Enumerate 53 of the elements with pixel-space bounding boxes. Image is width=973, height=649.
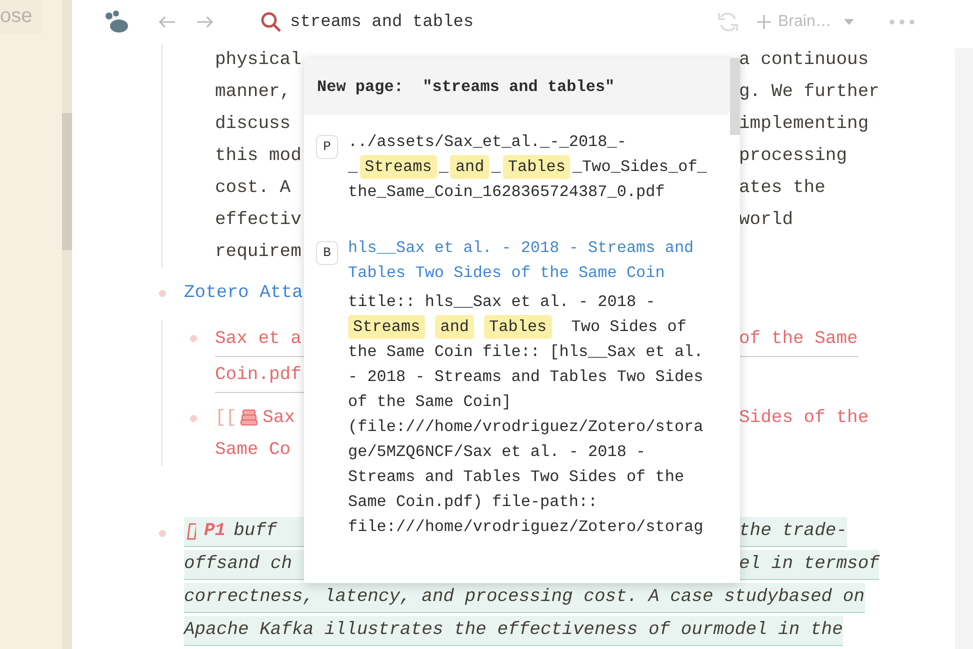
- paragraph-text: manner,: [215, 81, 292, 104]
- link-bracket: [[: [215, 407, 237, 430]
- highlight-text: buff: [234, 520, 277, 543]
- caret-icon[interactable]: [843, 18, 856, 26]
- bullet-dot[interactable]: [159, 530, 166, 537]
- highlight-text: the trade-: [739, 520, 848, 543]
- file-link[interactable]: Sax et a: [215, 322, 302, 356]
- paragraph-text: g. We further: [739, 81, 880, 104]
- scrollbar-thumb[interactable]: [62, 113, 72, 250]
- result-type-badge: B: [316, 241, 338, 265]
- attachment-link[interactable]: Zotero Atta: [184, 283, 303, 303]
- result-text: ../assets/Sax_et_al._-_2018_-_ Streams _ and _ Tables _Two_Sides_of_the_Same_Coin_1628365724387_0.pdf: [348, 132, 708, 203]
- highlight-text: el in termsof: [739, 553, 880, 576]
- paragraph-text: implementing: [739, 113, 870, 136]
- paragraph-text: discuss: [215, 113, 292, 136]
- bullet-dot[interactable]: [190, 415, 197, 422]
- page-tag[interactable]: P1: [204, 517, 226, 546]
- paragraph-text: processing: [739, 145, 848, 168]
- graph-button[interactable]: Brain…: [756, 13, 832, 31]
- logo-icon[interactable]: [105, 10, 131, 34]
- paragraph-text: cost. A: [215, 177, 292, 200]
- bullet-dot[interactable]: [190, 335, 197, 342]
- result-title: hls__Sax et al. - 2018 - Streams and Tables Two Sides of the Same Coin: [348, 238, 695, 284]
- paragraph-text: requirem: [215, 241, 302, 264]
- paragraph-text: effectiv: [215, 209, 302, 232]
- search-field[interactable]: streams and tables: [290, 12, 670, 32]
- paragraph-text: this mod: [215, 145, 302, 168]
- file-link[interactable]: Coin.pdf: [215, 358, 302, 392]
- result-type-badge: P: [316, 135, 338, 159]
- marker-icon: [187, 523, 196, 540]
- plus-icon: [756, 14, 772, 30]
- result-text: title:: hls__Sax et al. - 2018 - Streams and Tables Two Sides of the Same Coin file:: [hls__Sax et al. - 2018 - Streams and Tables Two Sides of the Same Coin](file:///home/vrodriguez/Zotero/storage/5MZQ6NCF/Sax et al. - 2018 - Streams and Tables Two Sides of the Same Coin.pdf) file-path:: file:///home/vrodriguez/Zotero/storag: [348, 292, 704, 538]
- scrollbar-thumb[interactable]: [730, 58, 740, 135]
- bullet-dot[interactable]: [159, 290, 166, 296]
- highlight-text: correctness, latency, and processing cost. A case studybased on: [184, 587, 865, 607]
- file-link[interactable]: Same Co: [215, 434, 291, 466]
- page-link[interactable]: Sax: [262, 402, 296, 434]
- paragraph-text: world: [739, 209, 794, 232]
- search-icon: [260, 11, 282, 33]
- paragraph-text: physical: [215, 49, 302, 72]
- back-arrow-icon[interactable]: [158, 16, 176, 28]
- refresh-icon[interactable]: [716, 11, 740, 33]
- forward-arrow-icon[interactable]: [196, 16, 214, 28]
- more-icon[interactable]: [889, 19, 916, 25]
- highlight-text: Apache Kafka illustrates the effectiveness of ourmodel in the: [184, 620, 843, 640]
- file-link[interactable]: Sides of the: [739, 402, 869, 434]
- search-result[interactable]: P ../assets/Sax_et_al._-_2018_-_ Streams _ and _ Tables _Two_Sides_of_the_Same_Coin_1628365724387_0.pdf: [304, 115, 730, 205]
- sidebar-item[interactable]: ose: [0, 0, 42, 34]
- paragraph-text: a continuous: [739, 49, 870, 72]
- books-icon: [238, 408, 259, 428]
- new-page-option[interactable]: New page: "streams and tables": [304, 58, 730, 115]
- highlight-text: offsand ch: [184, 553, 292, 576]
- paragraph-text: ates the: [739, 177, 826, 200]
